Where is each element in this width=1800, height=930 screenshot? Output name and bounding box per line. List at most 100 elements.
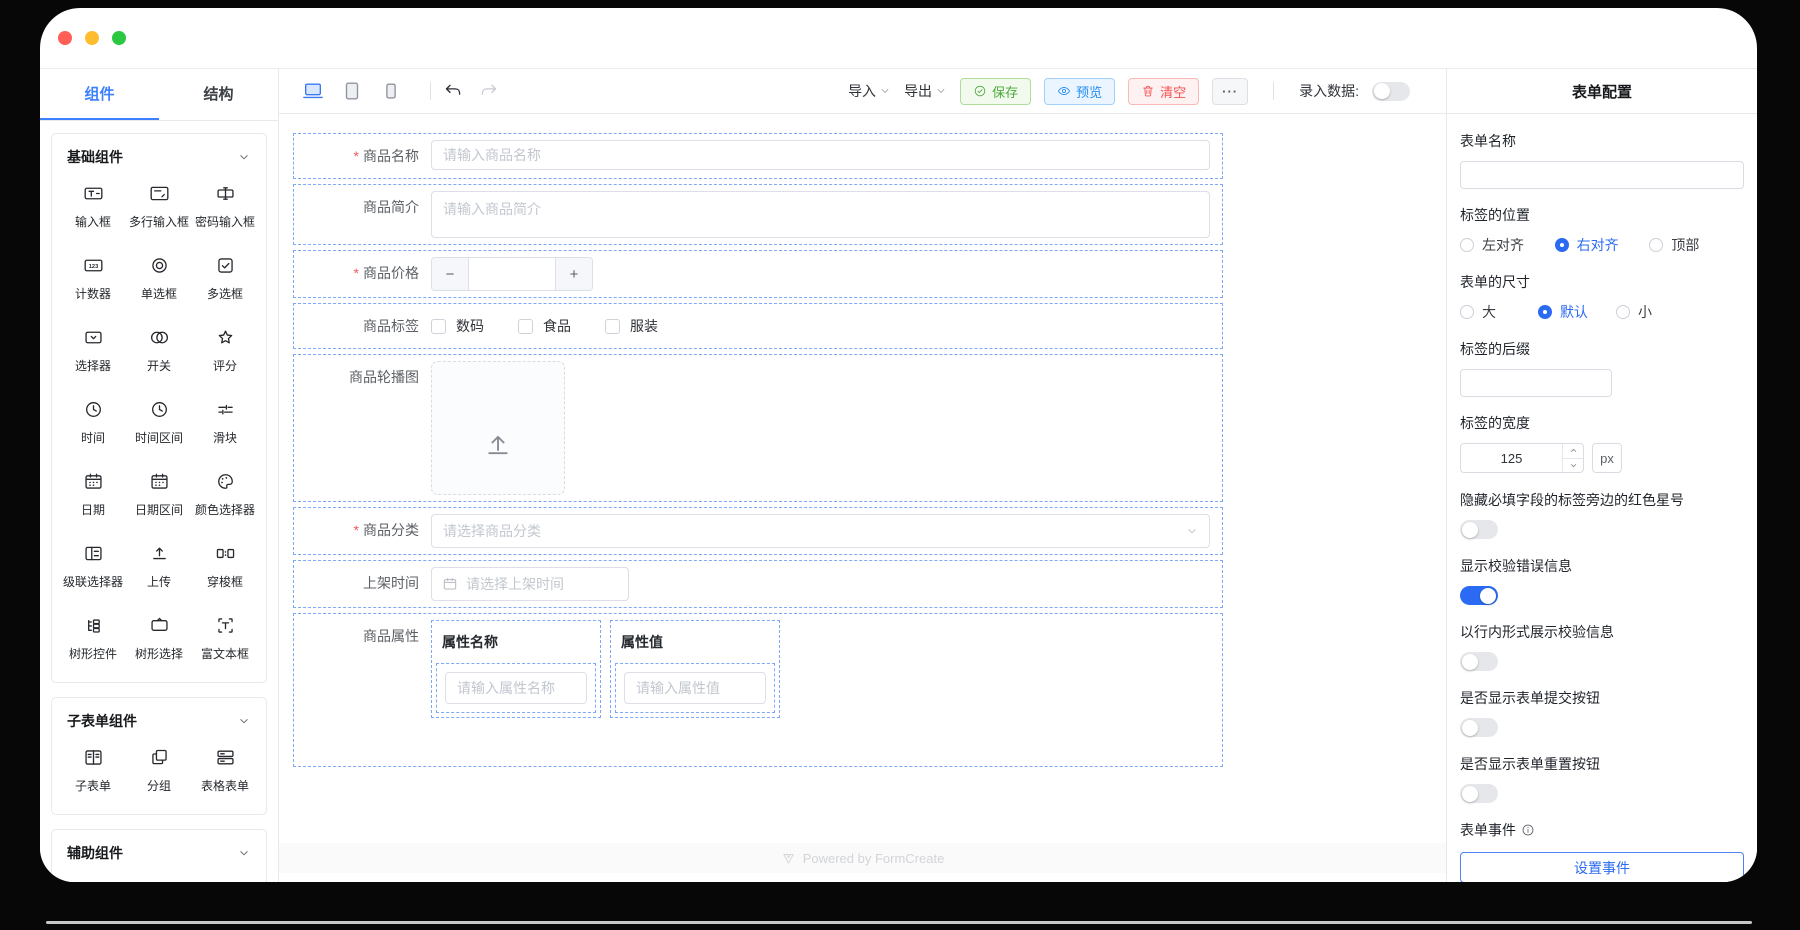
date-picker[interactable]: 请选择上架时间 — [431, 567, 629, 601]
form-field-product-category[interactable]: * 商品分类 请选择商品分类 — [293, 507, 1223, 555]
component-item[interactable]: 日期 — [60, 471, 126, 518]
config-panel-body: 表单名称 标签的位置 左对齐 右对齐 顶部 表单的尺寸 大 默认 小 标签的后缀 标签的… — [1447, 114, 1757, 882]
component-item[interactable]: 树形选择 — [126, 615, 192, 662]
device-switcher — [301, 80, 499, 102]
checkbox-option[interactable]: 食品 — [518, 316, 571, 336]
component-item[interactable]: 树形控件 — [60, 615, 126, 662]
radio-option[interactable]: 顶部 — [1649, 235, 1744, 255]
component-item[interactable] — [126, 879, 192, 882]
device-tablet-button[interactable] — [340, 80, 364, 102]
radio-option[interactable]: 左对齐 — [1460, 235, 1555, 255]
component-item[interactable]: 密码输入框 — [192, 183, 258, 230]
component-item[interactable]: 子表单 — [60, 747, 126, 794]
device-mobile-button[interactable] — [379, 80, 403, 102]
component-item[interactable]: 输入框 — [60, 183, 126, 230]
show-error-message-toggle[interactable] — [1460, 586, 1498, 605]
form-field-product-carousel[interactable]: 商品轮播图 — [293, 354, 1223, 502]
textarea-input[interactable] — [431, 191, 1210, 238]
checkbox-option[interactable]: 服装 — [605, 316, 658, 336]
undo-button[interactable] — [443, 81, 464, 102]
text-input[interactable] — [431, 140, 1210, 170]
partial-rect-icon — [149, 879, 170, 882]
component-item[interactable]: 分组 — [126, 747, 192, 794]
toggle-label: 是否显示表单提交按钮 — [1460, 690, 1600, 706]
component-item[interactable]: 123 计数器 — [60, 255, 126, 302]
checkbox-option[interactable]: 数码 — [431, 316, 484, 336]
device-desktop-button[interactable] — [301, 80, 325, 102]
close-window-button[interactable] — [58, 31, 72, 45]
component-item[interactable] — [60, 879, 126, 882]
save-button[interactable]: 保存 — [960, 77, 1032, 105]
redo-button[interactable] — [478, 81, 499, 102]
label-width-stepper — [1562, 444, 1583, 472]
entry-data-toggle[interactable] — [1372, 81, 1410, 101]
component-item[interactable]: 选择器 — [60, 327, 126, 374]
export-menu-button[interactable]: 导出 — [904, 81, 947, 101]
form-field-launch-time[interactable]: 上架时间 请选择上架时间 — [293, 560, 1223, 608]
clear-button[interactable]: 清空 — [1128, 77, 1200, 105]
select-icon — [83, 327, 104, 348]
component-item[interactable]: 级联选择器 — [60, 543, 126, 590]
zoom-window-button[interactable] — [112, 31, 126, 45]
set-event-button[interactable]: 设置事件 — [1460, 852, 1744, 882]
show-submit-button-toggle[interactable] — [1460, 718, 1498, 737]
subform-input[interactable] — [445, 672, 587, 704]
component-item[interactable]: 表格表单 — [192, 747, 258, 794]
form-field-product-attributes[interactable]: 商品属性 属性名称 属性值 — [293, 613, 1223, 767]
step-down-button[interactable] — [1563, 459, 1583, 473]
subform-field[interactable] — [615, 663, 775, 713]
upload-dropzone[interactable] — [431, 361, 565, 495]
date-icon — [83, 471, 104, 492]
number-input[interactable] — [469, 258, 555, 290]
minimize-window-button[interactable] — [85, 31, 99, 45]
hide-required-asterisk-toggle[interactable] — [1460, 520, 1498, 539]
decrease-button[interactable]: − — [432, 258, 469, 290]
component-group-header[interactable]: 辅助组件 — [60, 843, 258, 879]
subform-input[interactable] — [624, 672, 766, 704]
form-field-product-tags[interactable]: 商品标签 数码 食品 服装 — [293, 303, 1223, 349]
component-item[interactable]: 单选框 — [126, 255, 192, 302]
clear-label: 清空 — [1160, 84, 1187, 100]
form-field-product-intro[interactable]: 商品简介 — [293, 184, 1223, 245]
component-item[interactable]: 日期区间 — [126, 471, 192, 518]
form-field-product-name[interactable]: * 商品名称 — [293, 133, 1223, 179]
component-item[interactable] — [192, 879, 258, 882]
component-item[interactable]: 上传 — [126, 543, 192, 590]
label-suffix-input[interactable] — [1460, 369, 1612, 397]
component-item[interactable]: 时间区间 — [126, 399, 192, 446]
tab-components[interactable]: 组件 — [40, 69, 159, 120]
radio-option[interactable]: 右对齐 — [1554, 235, 1650, 255]
select-control[interactable]: 请选择商品分类 — [431, 514, 1210, 548]
subform-field[interactable] — [436, 663, 596, 713]
import-menu-button[interactable]: 导入 — [848, 81, 891, 101]
component-group-header[interactable]: 基础组件 — [60, 147, 258, 183]
svg-text:123: 123 — [88, 264, 97, 270]
radio-option[interactable]: 大 — [1460, 302, 1538, 322]
radio-option[interactable]: 默认 — [1538, 302, 1616, 322]
radio-option[interactable]: 小 — [1616, 302, 1694, 322]
show-reset-button-toggle[interactable] — [1460, 784, 1498, 803]
subform-column[interactable]: 属性名称 — [431, 620, 601, 718]
date-placeholder: 请选择上架时间 — [466, 576, 564, 592]
component-item[interactable]: 富文本框 — [192, 615, 258, 662]
component-item[interactable]: 多行输入框 — [126, 183, 192, 230]
preview-button[interactable]: 预览 — [1044, 77, 1116, 105]
component-item[interactable]: 开关 — [126, 327, 192, 374]
tab-structure[interactable]: 结构 — [159, 69, 278, 120]
component-item[interactable]: 多选框 — [192, 255, 258, 302]
component-item[interactable]: 时间 — [60, 399, 126, 446]
form-field-product-price[interactable]: * 商品价格 − + — [293, 250, 1223, 298]
more-button[interactable]: ··· — [1212, 77, 1249, 105]
component-group-header[interactable]: 子表单组件 — [60, 711, 258, 747]
inline-error-message-toggle[interactable] — [1460, 652, 1498, 671]
component-item[interactable]: 颜色选择器 — [192, 471, 258, 518]
subform-column[interactable]: 属性值 — [610, 620, 780, 718]
label-width-input[interactable]: 125 — [1460, 443, 1584, 473]
component-item[interactable]: 穿梭框 — [192, 543, 258, 590]
form-name-input[interactable] — [1460, 161, 1744, 189]
increase-button[interactable]: + — [555, 258, 592, 290]
component-list: 基础组件 输入框 多行输入框 密码输入框 123 计数器 单选框 多选框选择器 开关 评分时间 时间… — [40, 121, 278, 882]
step-up-button[interactable] — [1563, 444, 1583, 459]
component-item[interactable]: 滑块 — [192, 399, 258, 446]
component-item[interactable]: 评分 — [192, 327, 258, 374]
